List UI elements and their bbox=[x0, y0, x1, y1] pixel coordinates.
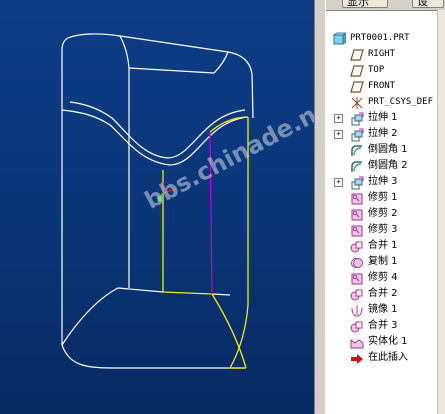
tree-item-label: 倒圆角 2 bbox=[368, 160, 408, 171]
tree-item[interactable]: 修剪 3 bbox=[326, 222, 445, 238]
tree-item[interactable]: 在此插入 bbox=[326, 350, 445, 366]
expand-icon[interactable]: + bbox=[334, 130, 343, 139]
datum-plane-icon bbox=[350, 79, 364, 93]
show-button-label: 显示 bbox=[347, 0, 369, 8]
model-tree-toolbar: 显示 设 bbox=[326, 0, 445, 11]
tree-item[interactable]: 复制 1 bbox=[326, 254, 445, 270]
tree-item[interactable]: + 拉伸 1 bbox=[326, 110, 445, 126]
solidify-icon bbox=[350, 335, 364, 349]
tree-item[interactable]: FRONT bbox=[326, 78, 445, 94]
merge-icon bbox=[350, 239, 364, 253]
tree-item[interactable]: 实体化 1 bbox=[326, 334, 445, 350]
top-inner-edge-left bbox=[119, 35, 130, 69]
settings-button[interactable]: 设 bbox=[412, 0, 444, 8]
tree-item[interactable]: 修剪 2 bbox=[326, 206, 445, 222]
round-icon bbox=[350, 159, 364, 173]
tree-item[interactable]: 修剪 4 bbox=[326, 270, 445, 286]
merge-icon bbox=[350, 319, 364, 333]
insert-here-icon bbox=[350, 351, 364, 365]
left-outer-edge bbox=[61, 37, 69, 345]
csys-icon bbox=[350, 95, 364, 109]
tree-item-label: 修剪 2 bbox=[368, 208, 398, 219]
tree-item-label: 合并 1 bbox=[368, 240, 398, 251]
datum-plane-icon bbox=[350, 63, 364, 77]
trim-icon bbox=[350, 223, 364, 237]
extrude-icon bbox=[350, 127, 364, 142]
merge-icon bbox=[350, 287, 364, 301]
tree-item[interactable]: 倒圆角 2 bbox=[326, 158, 445, 174]
tree-item[interactable]: PRT_CSYS_DEF bbox=[326, 94, 445, 110]
expand-icon[interactable]: + bbox=[334, 114, 343, 123]
vertical-scrollbar[interactable] bbox=[437, 10, 445, 414]
tree-item-label: 合并 2 bbox=[368, 288, 398, 299]
tree-item-label: 合并 3 bbox=[368, 320, 398, 331]
tree-item-label: 拉伸 2 bbox=[368, 128, 398, 139]
extrude-icon bbox=[350, 175, 364, 190]
tree-item-label: RIGHT bbox=[368, 49, 396, 59]
tree-item[interactable]: 镜像 1 bbox=[326, 302, 445, 318]
tree-item-label: 倒圆角 1 bbox=[368, 144, 408, 155]
tree-item-label: PRT_CSYS_DEF bbox=[368, 97, 434, 107]
tree-item[interactable]: 合并 1 bbox=[326, 238, 445, 254]
tree-item-label: 在此插入 bbox=[368, 352, 408, 363]
top-inner-edge-right bbox=[213, 51, 229, 74]
bottom-right-fillet bbox=[162, 291, 247, 369]
tree-item-label: TOP bbox=[368, 65, 385, 75]
inner-back-edge bbox=[128, 67, 215, 74]
datum-plane-icon bbox=[350, 47, 364, 61]
tree-item-label: 拉伸 3 bbox=[368, 176, 398, 187]
bottom-left-fillet bbox=[61, 287, 164, 346]
panel-splitter[interactable] bbox=[314, 0, 326, 414]
part-icon bbox=[332, 31, 348, 45]
tree-item-label: 复制 1 bbox=[368, 256, 398, 267]
tree-item-label: 实体化 1 bbox=[368, 336, 408, 347]
show-button[interactable]: 显示 bbox=[342, 0, 388, 8]
tree-item-label: 拉伸 1 bbox=[368, 112, 398, 123]
model-tree-panel: 显示 设 PRT0001.PRT RIGHT TOP FRONT PRT_CSYS_DE… bbox=[326, 0, 445, 414]
tree-item[interactable]: 合并 3 bbox=[326, 318, 445, 334]
tree-item-label: FRONT bbox=[368, 81, 396, 91]
extrude-icon bbox=[350, 111, 364, 126]
bottom-back-edge bbox=[211, 293, 231, 296]
copy-icon bbox=[350, 255, 364, 269]
tree-item-label: 修剪 4 bbox=[368, 272, 398, 283]
tree-item[interactable]: PRT0001.PRT bbox=[326, 30, 445, 46]
top-back-edge bbox=[67, 33, 254, 119]
tree-item-label: 镜像 1 bbox=[368, 304, 398, 315]
tree-item[interactable]: TOP bbox=[326, 62, 445, 78]
tree-item[interactable]: RIGHT bbox=[326, 46, 445, 62]
bottom-front-edge bbox=[61, 344, 246, 369]
trim-icon bbox=[350, 271, 364, 285]
expand-icon[interactable]: + bbox=[334, 178, 343, 187]
model-viewport[interactable]: bbs.chinade.net bbox=[0, 0, 346, 414]
tree-item[interactable]: + 拉伸 2 bbox=[326, 126, 445, 142]
tree-item-label: 修剪 3 bbox=[368, 224, 398, 235]
round-icon bbox=[350, 143, 364, 157]
top-right-yellow-arc bbox=[209, 116, 249, 133]
settings-button-label: 设 bbox=[417, 0, 428, 8]
tree-item[interactable]: 合并 2 bbox=[326, 286, 445, 302]
mirror-icon bbox=[350, 303, 364, 317]
trim-icon bbox=[350, 207, 364, 221]
tree-item[interactable]: 倒圆角 1 bbox=[326, 142, 445, 158]
tree-item[interactable]: + 拉伸 3 bbox=[326, 174, 445, 190]
trim-icon bbox=[350, 191, 364, 205]
tree-item-label: 修剪 1 bbox=[368, 192, 398, 203]
tree-item[interactable]: 修剪 1 bbox=[326, 190, 445, 206]
tree-item-label: PRT0001.PRT bbox=[350, 33, 410, 43]
